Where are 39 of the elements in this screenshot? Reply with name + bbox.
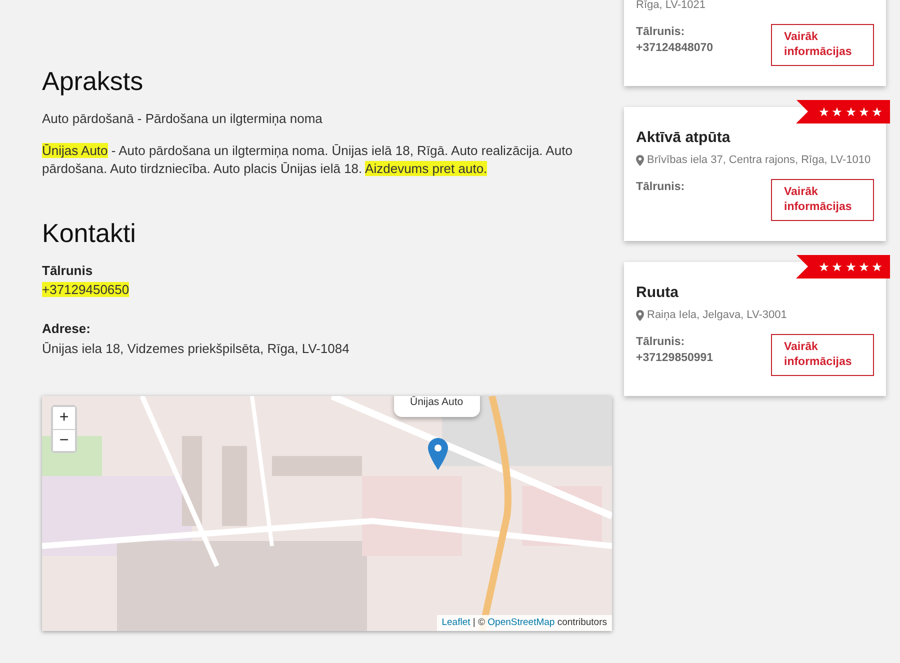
map-marker-icon[interactable] (428, 438, 448, 470)
more-info-button[interactable]: Vairāk informācijas (771, 24, 874, 66)
star-icon (858, 262, 869, 272)
attribution-link[interactable]: OpenStreetMap (488, 617, 555, 628)
section-heading: Kontakti (42, 218, 136, 249)
listing-address: Brīvības iela 37, Centra rajons, Rīga, LV-1010 (647, 153, 871, 168)
star-icon (832, 106, 842, 116)
phone-number: +37124848070 (636, 40, 714, 56)
star-icon (832, 262, 842, 272)
location-pin-icon (636, 310, 644, 321)
listing-name: Aktīvā atpūta (636, 128, 732, 148)
star-icon (846, 106, 856, 116)
more-info-button[interactable]: Vairāk informācijas (771, 178, 874, 220)
description-subtitle: Auto pārdošanā - Pārdošana un ilgtermiņa noma (42, 110, 324, 128)
phone-label: Tālrunis: (636, 24, 686, 40)
phone-label: Tālrunis: (636, 334, 686, 350)
phone-label: Tālrunis: (636, 180, 685, 194)
description-text: Ūnijas Auto - Auto pārdošana un ilgtermiņa noma. Ūnijas ielā 18, Rīgā. Auto realizācija. Auto pārdošana. Auto tirdzniecība. Auto placis Ūnijas ielā 18. Aizdevums pret auto. (42, 142, 574, 178)
zoom-out-button[interactable]: − (53, 429, 75, 452)
address-label: Adrese: (42, 321, 90, 336)
map-popup: Ūnijas Auto (394, 396, 480, 418)
section-heading: Apraksts (42, 66, 144, 98)
phone-label: Tālrunis (42, 262, 94, 280)
star-icon (819, 262, 829, 272)
attribution-link[interactable]: Leaflet (442, 617, 470, 628)
star-icon (858, 106, 869, 116)
address-text: Ūnijas iela 18, Vidzemes priekšpilsēta, Rīga, LV-1084 (42, 340, 350, 356)
star-icon (872, 262, 882, 272)
star-icon (819, 106, 829, 116)
star-icon (872, 106, 882, 116)
phone-number: +37129850991 (636, 350, 714, 366)
listing-address: Raiņa Iela, Jelgava, LV-3001 (647, 308, 787, 323)
star-icon (846, 262, 856, 272)
phone-number: +37129450650 (42, 282, 130, 298)
more-info-button[interactable]: Vairāk informācijas (771, 334, 874, 376)
listing-address: Rīga, LV-1021 (636, 0, 706, 13)
location-pin-icon (636, 154, 644, 166)
map-attribution: Leaflet | © OpenStreetMap contributors (436, 615, 612, 632)
listing-name: Ruuta (636, 282, 680, 302)
